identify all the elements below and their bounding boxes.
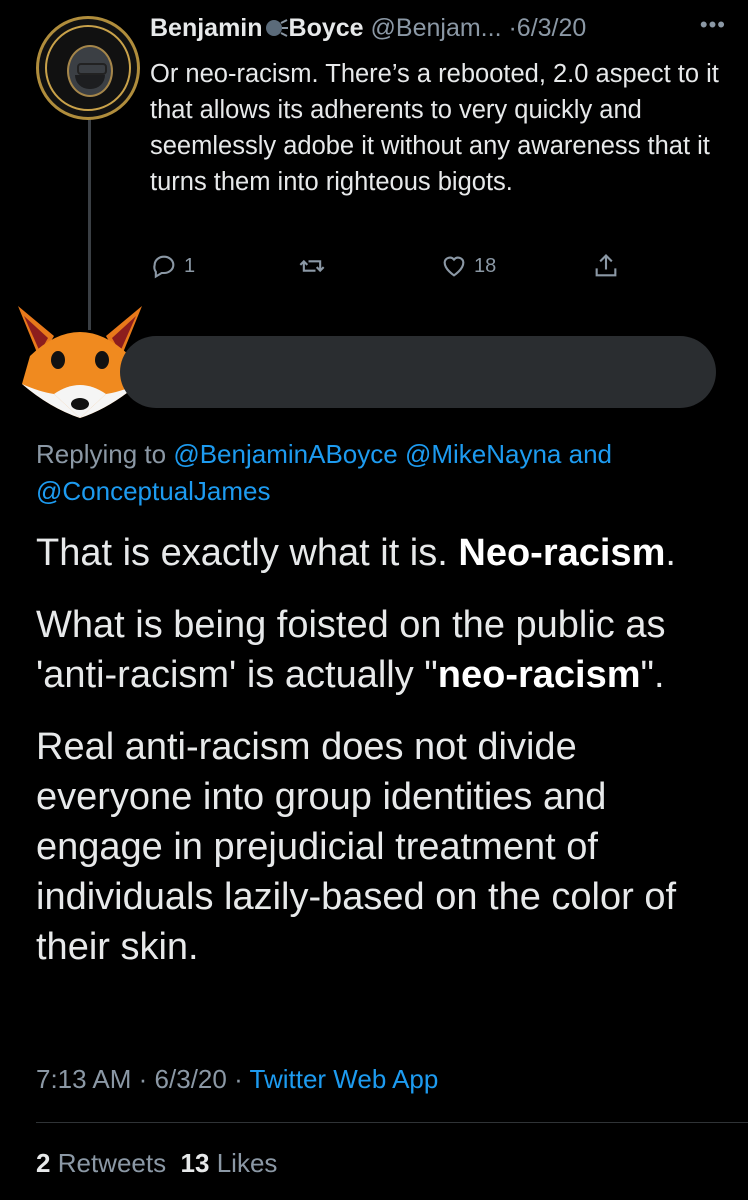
avatar-portrait [67, 45, 113, 97]
retweets-label: Retweets [57, 1148, 167, 1178]
tweet-date[interactable]: 6/3/20 [517, 14, 587, 42]
paragraph-3: Real anti-racism does not divide everyon… [36, 726, 677, 968]
tweet-header: Benjamin Boyce @Benjam... ·6/3/20 [150, 14, 730, 43]
tweet-date: 6/3/20 [154, 1064, 227, 1094]
likes-label: Likes [216, 1148, 278, 1178]
like-count: 18 [474, 254, 497, 277]
more-dots-icon[interactable]: ••• [700, 12, 726, 38]
mention-conceptualjames[interactable]: @ConceptualJames [36, 476, 271, 506]
meta-separator: · [138, 1064, 148, 1094]
reply-icon [153, 255, 175, 279]
tweet-date-separator: · [508, 14, 517, 42]
author-handle[interactable]: @Benjam... [371, 14, 502, 42]
share-icon [595, 254, 617, 277]
replying-prefix: Replying to [36, 439, 167, 469]
reply-count: 1 [184, 254, 196, 277]
retweet-button[interactable] [298, 252, 326, 280]
author-name-first[interactable]: Benjamin [150, 14, 263, 42]
tweet-meta: 7:13 AM · 6/3/20 · Twitter Web App [36, 1064, 438, 1095]
retweet-icon [299, 259, 325, 273]
tweet-text: Or neo-racism. There’s a rebooted, 2.0 a… [150, 60, 719, 196]
paragraph-2: What is being foisted on the public as '… [36, 604, 666, 696]
reply-button[interactable]: 1 [150, 252, 195, 280]
author-name-last[interactable]: Boyce [289, 14, 364, 42]
author-avatar[interactable] [36, 16, 140, 120]
reply-tweet-text: That is exactly what it is. Neo-racism. … [36, 528, 726, 994]
mention-benjaminaboyce[interactable]: @BenjaminABoyce [173, 439, 397, 469]
retweets-count: 2 [36, 1148, 51, 1178]
paragraph-1: That is exactly what it is. Neo-racism. [36, 532, 676, 574]
retweets-stat[interactable]: 2 Retweets [36, 1148, 166, 1178]
like-button[interactable]: 18 [440, 252, 496, 280]
speaking-head-icon [265, 19, 288, 37]
tweet-actions: 1 18 [150, 252, 630, 288]
engagement-stats: 2 Retweets 13 Likes [36, 1148, 277, 1179]
divider [36, 1122, 748, 1123]
redacted-author-name [120, 336, 716, 408]
likes-count: 13 [180, 1148, 210, 1178]
heart-icon [443, 256, 465, 277]
share-button[interactable] [592, 252, 620, 280]
replying-and[interactable]: and [569, 439, 612, 469]
tweet-time: 7:13 AM [36, 1064, 132, 1094]
replying-to-line: Replying to @BenjaminABoyce @MikeNayna a… [36, 436, 726, 510]
tweet-source-link[interactable]: Twitter Web App [250, 1064, 439, 1094]
likes-stat[interactable]: 13 Likes [181, 1148, 278, 1178]
mention-mikenayna[interactable]: @MikeNayna [405, 439, 561, 469]
meta-separator: · [234, 1064, 243, 1094]
